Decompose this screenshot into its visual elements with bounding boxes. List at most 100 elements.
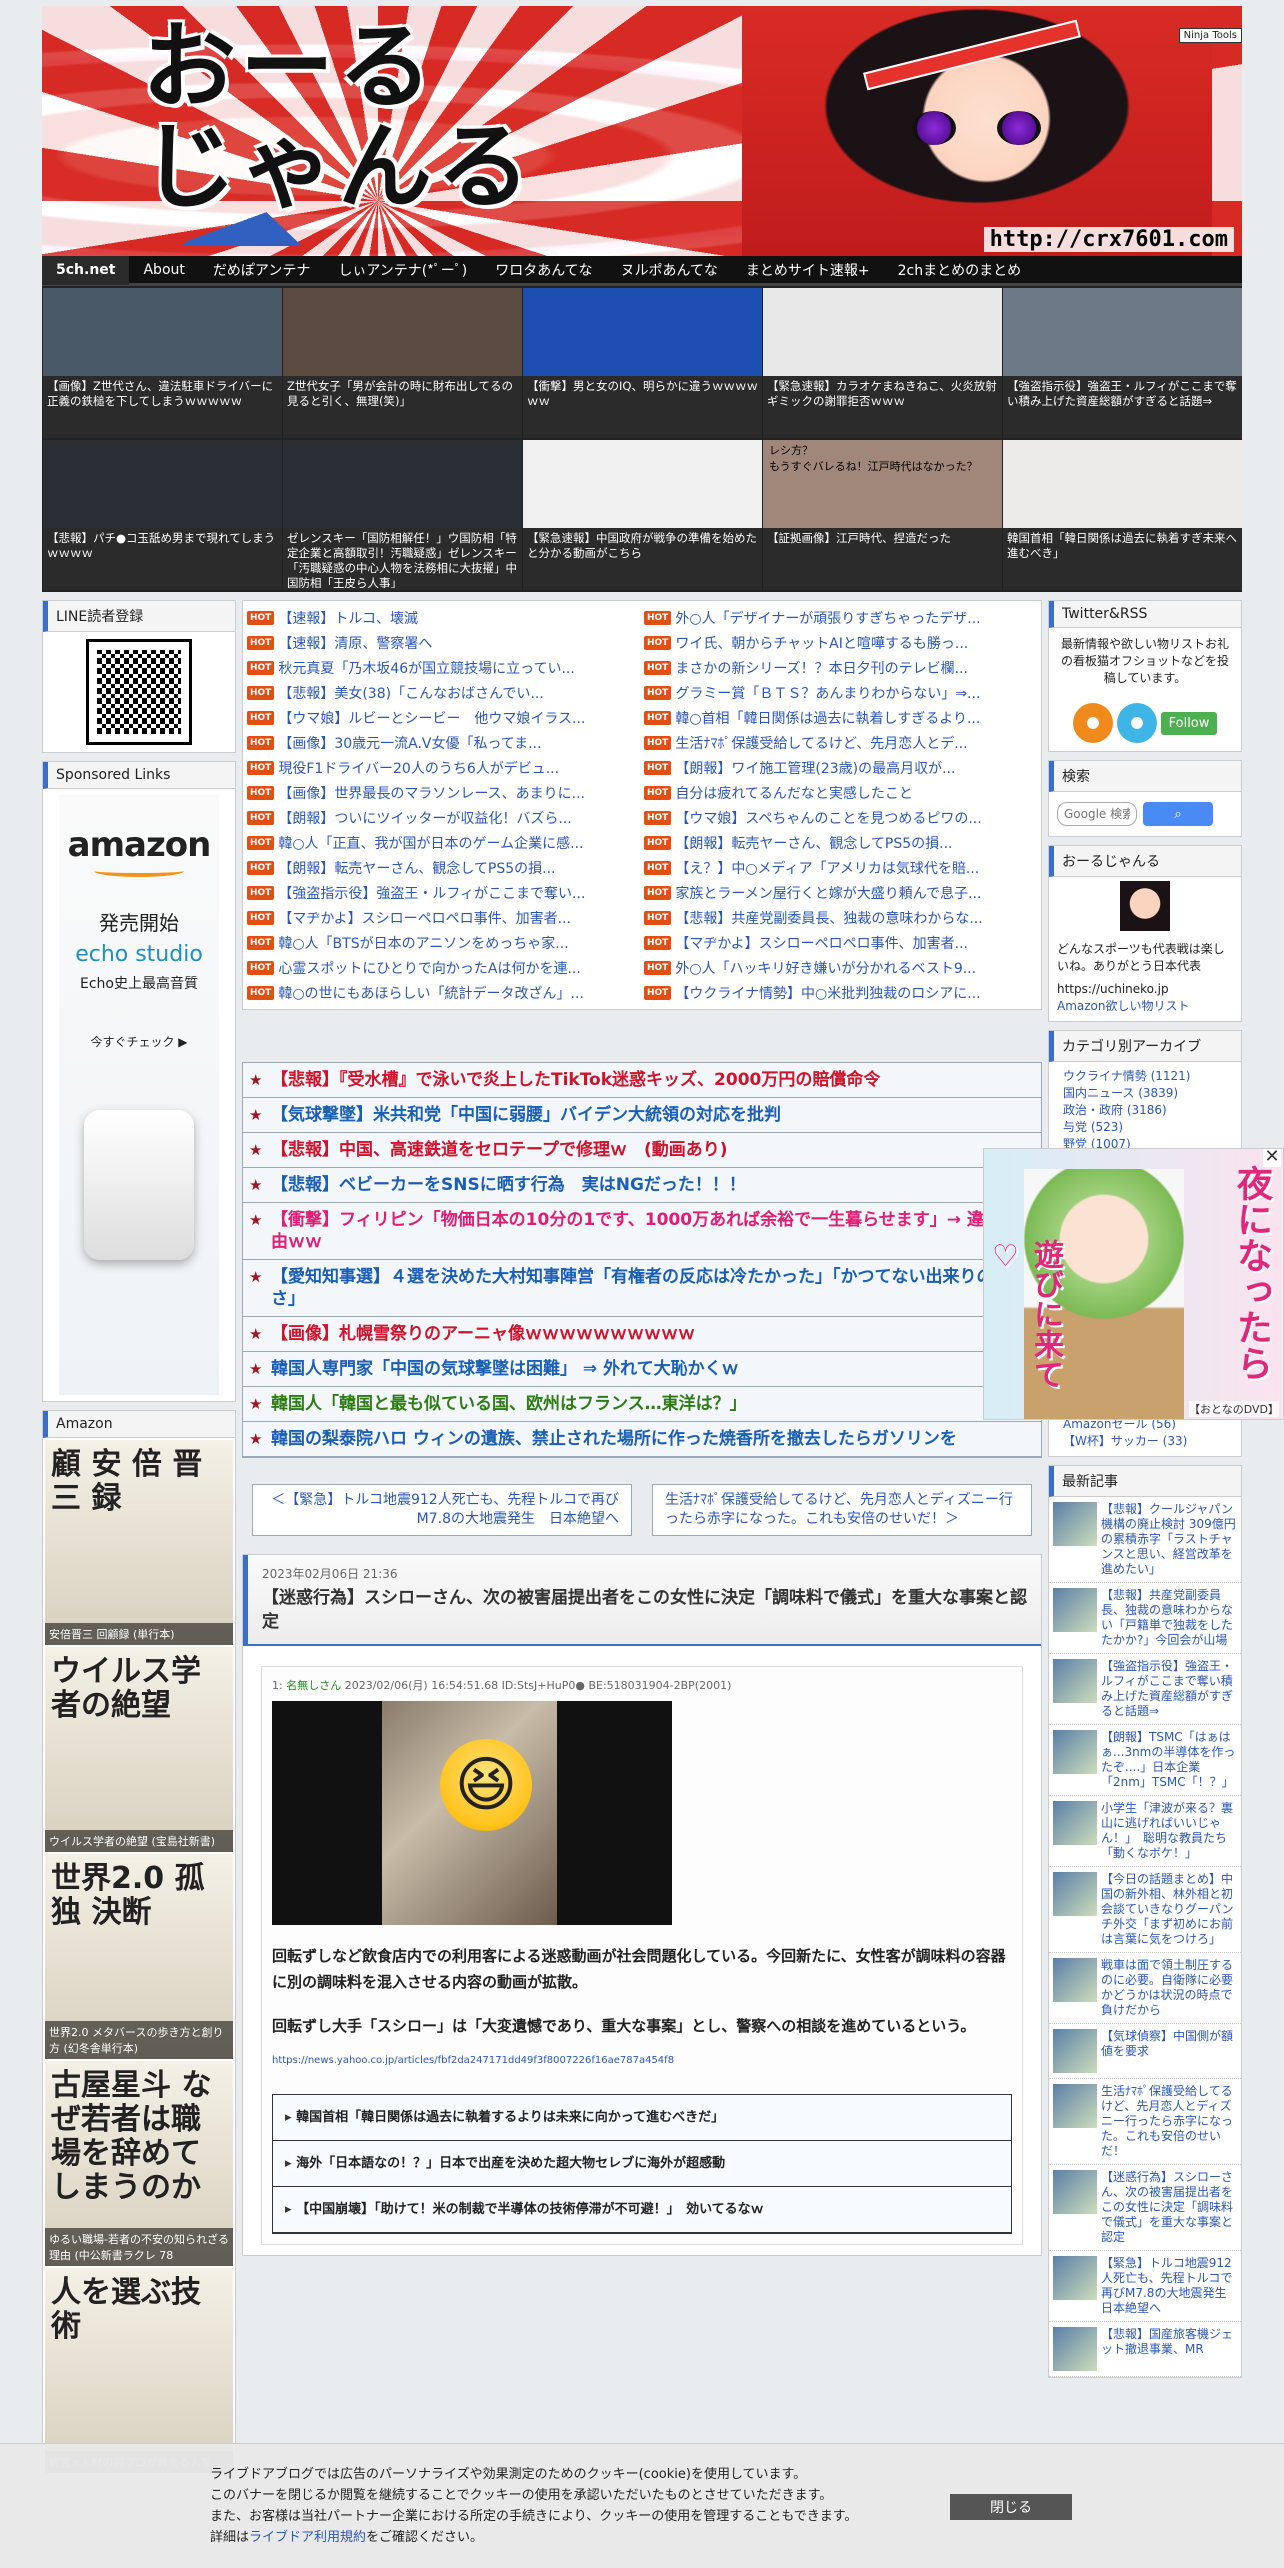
rss-link[interactable]: 韓○人「BTSが日本のアニソンをめっちゃ家...: [278, 933, 568, 953]
rss-item[interactable]: HOT 家族とラーメン屋行くと嫁が大盛り頼んで息子...: [644, 880, 1037, 905]
rss-link[interactable]: 【朗報】転売ヤーさん、観念してPS5の損...: [278, 858, 555, 878]
follow-button[interactable]: Follow: [1160, 711, 1218, 735]
site-logo[interactable]: おーる じゃんる: [142, 18, 534, 218]
amazon-book[interactable]: 世界2.0 孤独 決断 世界2.0 メタバースの歩き方と創り方 (幻冬舎単行本): [45, 1854, 233, 2059]
profile-link[interactable]: https://uchineko.jp: [1057, 981, 1233, 998]
search-button[interactable]: ⌕: [1143, 802, 1213, 826]
recent-post-link[interactable]: 【強盗指示役】強盗王・ルフィがここまで奪い積み上げた資産総額がすぎると話題⇒: [1101, 1659, 1237, 1719]
rss-item[interactable]: HOT 韓○人「BTSが日本のアニソンをめっちゃ家...: [247, 930, 640, 955]
rss-link[interactable]: 【強盗指示役】強盗王・ルフィがここまで奪い...: [278, 883, 585, 903]
recent-post-link[interactable]: 【気球偵察】中国側が額値を要求: [1101, 2029, 1237, 2073]
recent-post[interactable]: 【気球偵察】中国側が額値を要求: [1049, 2024, 1241, 2079]
rss-item[interactable]: HOT 【ウマ娘】ルビーとシービー 他ウマ娘イラス...: [247, 705, 640, 730]
pickup-item[interactable]: 【気球撃墜】米共和党「中国に弱腰」バイデン大統領の対応を批判: [243, 1098, 1041, 1133]
rss-link[interactable]: 外○人「デザイナーが頑張りすぎちゃったデザ...: [675, 608, 980, 628]
rss-link[interactable]: 自分は疲れてるんだなと実感したこと: [675, 783, 913, 803]
rss-item[interactable]: HOT 【ウクライナ情勢】中○米批判独裁のロシアに...: [644, 980, 1037, 1005]
amazon-book[interactable]: 顧 安 倍 晋 三 録安倍晋三 回顧録 (単行本): [45, 1440, 233, 1645]
nav-link[interactable]: しぃアンテナ(*ﾟーﾟ): [324, 260, 481, 280]
rss-link[interactable]: グラミー賞「ＢＴＳ？あんまりわからない」⇒...: [675, 683, 980, 703]
rss-item[interactable]: HOT 韓○の世にもあほらしい「統計データ改ざん」...: [247, 980, 640, 1005]
thumbnail-tile[interactable]: 【緊急速報】カラオケまねきねこ、火炎放射ギミックの謝罪拒否ｗｗｗ: [763, 288, 1002, 438]
rss-item[interactable]: HOT 心霊スポットにひとりで向かったAは何かを連...: [247, 955, 640, 980]
category-link[interactable]: 国内ニュース (3839): [1063, 1085, 1227, 1102]
category-link[interactable]: 与党 (523): [1063, 1119, 1227, 1136]
rss-item[interactable]: HOT 【悲報】共産党副委員長、独裁の意味わからな...: [644, 905, 1037, 930]
line-qr-code[interactable]: [86, 639, 192, 745]
rss-link[interactable]: 【マヂかよ】スシローペロペロ事件、加害者...: [278, 908, 571, 928]
rss-item[interactable]: HOT 【強盗指示役】強盗王・ルフィがここまで奪い...: [247, 880, 640, 905]
pickup-item[interactable]: 【衝撃】フィリピン「物価日本の10分の1です、1000万あれば余裕で一生暮らせま…: [243, 1203, 1041, 1260]
thumbnail-tile[interactable]: 【緊急速報】中国政府が戦争の準備を始めたと分かる動画がこちら: [523, 440, 762, 590]
rss-link[interactable]: 家族とラーメン屋行くと嫁が大盛り頼んで息子...: [675, 883, 981, 903]
rss-item[interactable]: HOT 秋元真夏「乃木坂46が国立競技場に立ってい...: [247, 655, 640, 680]
thumbnail-tile[interactable]: 【悲報】パチ●コ玉舐め男まで現れてしまうｗｗｗｗ: [43, 440, 282, 590]
rss-link[interactable]: 【画像】世界最長のマラソンレース、あまりに...: [278, 783, 585, 803]
category-link[interactable]: ウクライナ情勢 (1121): [1063, 1068, 1227, 1085]
recent-post[interactable]: 【今日の話題まとめ】中国の新外相、林外相と初会談ていきなりグーパンチ外交「まず初…: [1049, 1867, 1241, 1953]
rss-item[interactable]: HOT 【朗報】ついにツイッターが収益化！バズら...: [247, 805, 640, 830]
recent-post[interactable]: 戦車は面で領土制圧するのに必要。自衛隊に必要かどうかは状況の時点で負けだから: [1049, 1953, 1241, 2024]
nav-link[interactable]: ヌルポあんてな: [607, 260, 732, 280]
rss-item[interactable]: HOT 【画像】30歳元一流A.V女優「私ってま...: [247, 730, 640, 755]
rss-link[interactable]: 秋元真夏「乃木坂46が国立競技場に立ってい...: [278, 658, 574, 678]
nav-link[interactable]: 5ch.net: [42, 254, 130, 285]
recent-post-link[interactable]: 【悲報】共産党副委員長、独裁の意味わからない「戸籍単で独裁をしたたかか?」今回会…: [1101, 1588, 1237, 1648]
wishlist-link[interactable]: Amazon欲しい物リスト: [1057, 998, 1233, 1015]
thumbnail-tile[interactable]: 韓国首相「韓日関係は過去に執着すぎ未来へ進むべき」: [1003, 440, 1242, 590]
rss-item[interactable]: HOT まさかの新シリーズ！？本日夕刊のテレビ欄...: [644, 655, 1037, 680]
recent-post[interactable]: 【緊急】トルコ地震912人死亡も、先程トルコで再びM7.8の大地震発生 日本絶望…: [1049, 2251, 1241, 2322]
recent-post-link[interactable]: 小学生「津波が来る？裏山に逃げればいいじゃん！」 聡明な教員たち「動くなボケ！」: [1101, 1801, 1237, 1861]
related-link[interactable]: 【中国崩壊】「助けて！米の制裁で半導体の技術停滞が不可避！」 効いてるなｗ: [273, 2187, 1011, 2233]
rss-item[interactable]: HOT 【マヂかよ】スシローペロペロ事件、加害者...: [644, 930, 1037, 955]
rss-link[interactable]: ワイ氏、朝からチャットAIと喧嘩するも勝っ...: [675, 633, 968, 653]
amazon-book[interactable]: ウイルス学者の絶望 ウイルス学者の絶望 (宝島社新書): [45, 1647, 233, 1852]
rss-item[interactable]: HOT ワイ氏、朝からチャットAIと喧嘩するも勝っ...: [644, 630, 1037, 655]
thumbnail-tile[interactable]: 【強盗指示役】強盗王・ルフィがここまで奪い積み上げた資産総額がすぎると話題⇒: [1003, 288, 1242, 438]
rss-item[interactable]: HOT 【速報】トルコ、壊滅: [247, 605, 640, 630]
thumbnail-tile[interactable]: Z世代女子「男が会計の時に財布出してるの見ると引く、無理(笑)」: [283, 288, 522, 438]
thumbnail-tile[interactable]: ゼレンスキー「国防相解任！」ウ国防相「特定企業と高額取引！汚職疑惑」ゼレンスキー…: [283, 440, 522, 590]
category-link[interactable]: 【W杯】サッカー (33): [1063, 1433, 1227, 1450]
nav-link[interactable]: About: [129, 262, 198, 278]
ad-cta[interactable]: 今すぐチェック ▶: [59, 1033, 219, 1050]
pickup-item[interactable]: 【悲報】ベビーカーをSNSに晒す行為 実はNGだった！！！: [243, 1168, 1041, 1203]
recent-post[interactable]: 【悲報】共産党副委員長、独裁の意味わからない「戸籍単で独裁をしたたかか?」今回会…: [1049, 1583, 1241, 1654]
rss-item[interactable]: HOT 【悲報】美女(38)「こんなおばさんでい...: [247, 680, 640, 705]
thumbnail-tile[interactable]: 【衝撃】男と女のIQ、明らかに違うｗｗｗｗｗｗ: [523, 288, 762, 438]
rss-link[interactable]: 【朗報】転売ヤーさん、観念してPS5の損...: [675, 833, 952, 853]
recent-post[interactable]: 【迷惑行為】スシローさん、次の被害届提出者をこの女性に決定「調味料で儀式」を重大…: [1049, 2165, 1241, 2251]
rss-link[interactable]: 生活ﾅﾏﾎﾟ保護受給してるけど、先月恋人とデ...: [675, 733, 967, 753]
nav-link[interactable]: 2chまとめのまとめ: [884, 260, 1035, 280]
rss-item[interactable]: HOT 【朗報】ワイ施工管理(23歳)の最高月収が...: [644, 755, 1037, 780]
recent-post-link[interactable]: 【悲報】国産旅客機ジェット撤退事業、MR: [1101, 2327, 1237, 2371]
rss-item[interactable]: HOT 【ウマ娘】スペちゃんのことを見つめるピワの...: [644, 805, 1037, 830]
rss-item[interactable]: HOT 【朗報】転売ヤーさん、観念してPS5の損...: [247, 855, 640, 880]
rss-link[interactable]: 【朗報】ワイ施工管理(23歳)の最高月収が...: [675, 758, 955, 778]
rss-item[interactable]: HOT グラミー賞「ＢＴＳ？あんまりわからない」⇒...: [644, 680, 1037, 705]
rss-link[interactable]: 韓○の世にもあほらしい「統計データ改ざん」...: [278, 983, 584, 1003]
terms-link[interactable]: ライブドア利用規約: [249, 2530, 366, 2545]
rss-item[interactable]: HOT 韓○首相「韓日関係は過去に執着しすぎるより...: [644, 705, 1037, 730]
rss-link[interactable]: 外○人「ハッキリ好き嫌いが分かれるベスト9...: [675, 958, 976, 978]
rss-link[interactable]: 【速報】清原、警察署へ: [278, 633, 432, 653]
rss-link[interactable]: 【朗報】ついにツイッターが収益化！バズら...: [278, 808, 571, 828]
amazon-book[interactable]: 古屋星斗 なぜ若者は職場を辞めてしまうのか ゆるい職場-若者の不安の知られざる理由…: [45, 2061, 233, 2266]
recent-post-link[interactable]: 【今日の話題まとめ】中国の新外相、林外相と初会談ていきなりグーパンチ外交「まず初…: [1101, 1872, 1237, 1947]
rss-link[interactable]: 現役F1ドライバー20人のうち6人がデビュ...: [278, 758, 559, 778]
thumbnail-tile[interactable]: 【画像】Z世代さん、違法駐車ドライバーに正義の鉄槌を下してしまうｗｗｗｗｗ: [43, 288, 282, 438]
recent-post[interactable]: 【悲報】クールジャパン機構の廃止検討 309億円の累積赤字「ラストチャンスと思い…: [1049, 1497, 1241, 1583]
nav-link[interactable]: まとめサイト速報+: [732, 260, 884, 280]
rss-link[interactable]: 【え？】中○メディア「アメリカは気球代を賠...: [675, 858, 979, 878]
pickup-item[interactable]: 韓国の梨泰院ハロ ウィンの遺族、禁止された場所に作った焼香所を撤去したらガソリン…: [243, 1422, 1041, 1457]
nav-link[interactable]: ワロタあんてな: [481, 260, 606, 280]
rss-link[interactable]: 【悲報】美女(38)「こんなおばさんでい...: [278, 683, 543, 703]
next-post-link[interactable]: 生活ﾅﾏﾎﾟ保護受給してるけど、先月恋人とディズニー行ったら赤字になった。これも…: [652, 1484, 1032, 1536]
related-link[interactable]: 韓国首相「韓日関係は過去に執着するよりは未来に向かって進むべきだ」: [273, 2095, 1011, 2141]
rss-item[interactable]: HOT 外○人「デザイナーが頑張りすぎちゃったデザ...: [644, 605, 1037, 630]
article-title[interactable]: 【迷惑行為】スシローさん、次の被害届提出者をこの女性に決定「調味料で儀式」を重大…: [262, 1586, 1027, 1634]
rss-item[interactable]: HOT 【朗報】転売ヤーさん、観念してPS5の損...: [644, 830, 1037, 855]
recent-post-link[interactable]: 【迷惑行為】スシローさん、次の被害届提出者をこの女性に決定「調味料で儀式」を重大…: [1101, 2170, 1237, 2245]
rss-item[interactable]: HOT 韓○人「正直、我が国が日本のゲーム企業に感...: [247, 830, 640, 855]
rss-link[interactable]: まさかの新シリーズ！？本日夕刊のテレビ欄...: [675, 658, 968, 678]
